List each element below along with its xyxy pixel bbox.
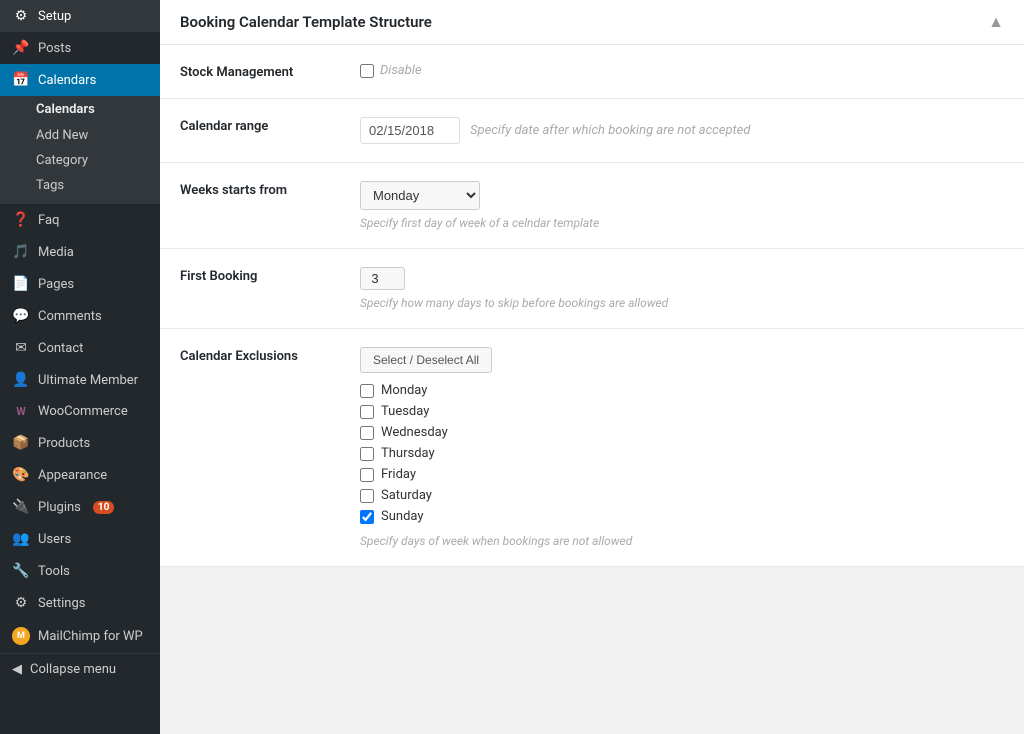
exclusion-thursday-label: Thursday bbox=[381, 446, 435, 461]
posts-icon: 📌 bbox=[12, 40, 30, 56]
exclusion-tuesday-label: Tuesday bbox=[381, 404, 429, 419]
sidebar-item-tags[interactable]: Tags bbox=[0, 173, 160, 198]
weeks-starts-from-hint: Specify first day of week of a celndar t… bbox=[360, 216, 1004, 230]
exclusion-monday: Monday bbox=[360, 383, 1004, 398]
stock-management-checkbox-label: Disable bbox=[380, 63, 422, 78]
stock-management-label: Stock Management bbox=[180, 63, 360, 80]
sidebar-item-appearance[interactable]: 🎨 Appearance bbox=[0, 459, 160, 491]
calendar-range-input[interactable] bbox=[360, 117, 460, 144]
calendar-range-hint: Specify date after which booking are not… bbox=[470, 123, 750, 138]
sidebar-item-ultimate-member[interactable]: 👤 Ultimate Member bbox=[0, 364, 160, 396]
section-collapse-button[interactable]: ▲ bbox=[988, 12, 1004, 32]
plugins-badge: 10 bbox=[93, 501, 114, 514]
stock-management-checkbox[interactable] bbox=[360, 64, 374, 78]
contact-icon: ✉ bbox=[12, 340, 30, 356]
sidebar-item-pages[interactable]: 📄 Pages bbox=[0, 268, 160, 300]
sidebar-item-woocommerce[interactable]: W WooCommerce bbox=[0, 396, 160, 427]
sidebar-item-calendars[interactable]: 📅 Calendars bbox=[0, 64, 160, 96]
calendar-exclusions-hint: Specify days of week when bookings are n… bbox=[360, 534, 1004, 548]
exclusion-sunday-checkbox[interactable] bbox=[360, 510, 374, 524]
sidebar-item-comments[interactable]: 💬 Comments bbox=[0, 300, 160, 332]
settings-icon: ⚙ bbox=[12, 595, 30, 611]
sidebar-item-add-new[interactable]: Add New bbox=[0, 123, 160, 148]
products-icon: 📦 bbox=[12, 435, 30, 451]
booking-calendar-section: Booking Calendar Template Structure ▲ St… bbox=[160, 0, 1024, 567]
exclusion-sunday: Sunday bbox=[360, 509, 1004, 524]
pages-icon: 📄 bbox=[12, 276, 30, 292]
sidebar-item-media[interactable]: 🎵 Media bbox=[0, 236, 160, 268]
sidebar-item-users[interactable]: 👥 Users bbox=[0, 523, 160, 555]
exclusion-checkboxes: Monday Tuesday Wednesday Thursday bbox=[360, 383, 1004, 524]
exclusion-friday-checkbox[interactable] bbox=[360, 468, 374, 482]
calendars-sub-heading: Calendars bbox=[0, 96, 160, 123]
section-header: Booking Calendar Template Structure ▲ bbox=[160, 0, 1024, 45]
stock-management-row: Stock Management Disable bbox=[160, 45, 1024, 99]
calendar-range-row: Calendar range Specify date after which … bbox=[160, 99, 1024, 163]
weeks-starts-from-label: Weeks starts from bbox=[180, 181, 360, 198]
exclusion-friday-label: Friday bbox=[381, 467, 416, 482]
weeks-starts-from-select[interactable]: Monday Tuesday Wednesday Thursday Friday… bbox=[360, 181, 480, 210]
exclusion-wednesday: Wednesday bbox=[360, 425, 1004, 440]
calendar-exclusions-label: Calendar Exclusions bbox=[180, 347, 360, 364]
collapse-menu-button[interactable]: ◀ Collapse menu bbox=[0, 653, 160, 685]
sidebar-item-settings[interactable]: ⚙ Settings bbox=[0, 587, 160, 619]
exclusion-sunday-label: Sunday bbox=[381, 509, 424, 524]
comments-icon: 💬 bbox=[12, 308, 30, 324]
exclusion-saturday-checkbox[interactable] bbox=[360, 489, 374, 503]
exclusion-saturday: Saturday bbox=[360, 488, 1004, 503]
media-icon: 🎵 bbox=[12, 244, 30, 260]
tools-icon: 🔧 bbox=[12, 563, 30, 579]
calendars-submenu: Calendars Add New Category Tags bbox=[0, 96, 160, 204]
exclusion-friday: Friday bbox=[360, 467, 1004, 482]
appearance-icon: 🎨 bbox=[12, 467, 30, 483]
woocommerce-icon: W bbox=[12, 405, 30, 418]
exclusion-wednesday-label: Wednesday bbox=[381, 425, 448, 440]
exclusion-wednesday-checkbox[interactable] bbox=[360, 426, 374, 440]
sidebar-item-mailchimp[interactable]: M MailChimp for WP bbox=[0, 619, 160, 653]
sidebar-item-tools[interactable]: 🔧 Tools bbox=[0, 555, 160, 587]
sidebar-item-contact[interactable]: ✉ Contact bbox=[0, 332, 160, 364]
exclusion-thursday-checkbox[interactable] bbox=[360, 447, 374, 461]
sidebar-item-faq[interactable]: ❓ Faq bbox=[0, 204, 160, 236]
first-booking-hint: Specify how many days to skip before boo… bbox=[360, 296, 1004, 310]
select-deselect-all-button[interactable]: Select / Deselect All bbox=[360, 347, 492, 373]
calendars-icon: 📅 bbox=[12, 72, 30, 88]
first-booking-row: First Booking Specify how many days to s… bbox=[160, 249, 1024, 329]
sidebar: ⚙ Setup 📌 Posts 📅 Calendars Calendars Ad… bbox=[0, 0, 160, 734]
faq-icon: ❓ bbox=[12, 212, 30, 228]
exclusion-tuesday-checkbox[interactable] bbox=[360, 405, 374, 419]
exclusion-monday-checkbox[interactable] bbox=[360, 384, 374, 398]
first-booking-control: Specify how many days to skip before boo… bbox=[360, 267, 1004, 310]
stock-management-control: Disable bbox=[360, 63, 1004, 78]
sidebar-item-products[interactable]: 📦 Products bbox=[0, 427, 160, 459]
users-icon: 👥 bbox=[12, 531, 30, 547]
date-row: Specify date after which booking are not… bbox=[360, 117, 1004, 144]
exclusion-tuesday: Tuesday bbox=[360, 404, 1004, 419]
main-content: Booking Calendar Template Structure ▲ St… bbox=[160, 0, 1024, 734]
stock-management-checkbox-row: Disable bbox=[360, 63, 1004, 78]
collapse-icon: ◀ bbox=[12, 662, 22, 677]
sidebar-item-category[interactable]: Category bbox=[0, 148, 160, 173]
section-title: Booking Calendar Template Structure bbox=[180, 13, 432, 31]
calendar-range-control: Specify date after which booking are not… bbox=[360, 117, 1004, 144]
weeks-starts-from-control: Monday Tuesday Wednesday Thursday Friday… bbox=[360, 181, 1004, 230]
calendar-range-label: Calendar range bbox=[180, 117, 360, 134]
sidebar-item-posts[interactable]: 📌 Posts bbox=[0, 32, 160, 64]
sidebar-item-setup[interactable]: ⚙ Setup bbox=[0, 0, 160, 32]
calendar-exclusions-control: Select / Deselect All Monday Tuesday Wed… bbox=[360, 347, 1004, 548]
calendar-exclusions-row: Calendar Exclusions Select / Deselect Al… bbox=[160, 329, 1024, 567]
setup-icon: ⚙ bbox=[12, 8, 30, 24]
plugins-icon: 🔌 bbox=[12, 499, 30, 515]
first-booking-input[interactable] bbox=[360, 267, 405, 290]
ultimate-member-icon: 👤 bbox=[12, 372, 30, 388]
exclusion-monday-label: Monday bbox=[381, 383, 427, 398]
first-booking-label: First Booking bbox=[180, 267, 360, 284]
exclusion-saturday-label: Saturday bbox=[381, 488, 432, 503]
weeks-starts-from-row: Weeks starts from Monday Tuesday Wednesd… bbox=[160, 163, 1024, 249]
sidebar-item-plugins[interactable]: 🔌 Plugins 10 bbox=[0, 491, 160, 523]
mailchimp-icon: M bbox=[12, 627, 30, 645]
exclusion-thursday: Thursday bbox=[360, 446, 1004, 461]
